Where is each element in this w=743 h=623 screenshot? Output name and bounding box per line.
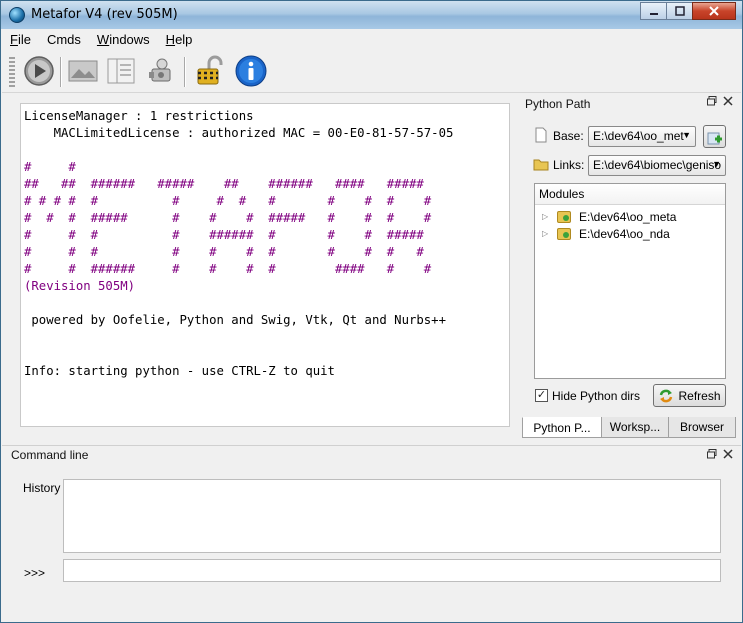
play-button[interactable]	[22, 54, 56, 88]
command-input[interactable]	[63, 559, 721, 582]
tab-browser[interactable]: Browser	[668, 417, 736, 438]
camera-button[interactable]	[144, 54, 178, 88]
window-title: Metafor V4 (rev 505M)	[31, 7, 178, 22]
image-button[interactable]	[66, 54, 100, 88]
add-icon	[707, 132, 722, 144]
add-path-button[interactable]	[703, 125, 726, 148]
console-line: Info: starting python - use CTRL-Z to qu…	[24, 364, 335, 378]
dock-float-icon[interactable]	[707, 449, 717, 462]
modules-tree[interactable]: Modules ▷ E:\dev64\oo_meta ▷ E:\dev64\oo…	[534, 183, 726, 379]
tab-python-path[interactable]: Python P...	[522, 417, 602, 438]
history-label: History	[23, 481, 61, 495]
layout-icon	[107, 58, 135, 84]
links-select[interactable]: E:\dev64\biomec\geniso ▼	[588, 155, 726, 176]
menu-bar: File Cmds Windows Help	[2, 30, 741, 50]
console-line: powered by Oofelie, Python and Swig, Vtk…	[24, 313, 446, 327]
links-value: E:\dev64\biomec\geniso	[593, 158, 722, 172]
tab-workspace[interactable]: Worksp...	[601, 417, 669, 438]
console-line: LicenseManager : 1 restrictions	[24, 109, 254, 123]
close-button[interactable]	[692, 2, 736, 20]
console-line: # #	[24, 160, 76, 174]
console-line: # # # ##### # # # ##### # # # #	[24, 211, 432, 225]
layout-button[interactable]	[104, 54, 138, 88]
padlock-icon	[197, 55, 223, 85]
expand-icon[interactable]: ▷	[542, 212, 548, 221]
tree-item[interactable]: ▷ E:\dev64\oo_nda	[535, 227, 725, 243]
chevron-down-icon: ▼	[682, 130, 691, 140]
camera-icon	[149, 58, 171, 82]
image-icon	[68, 60, 98, 82]
tree-item[interactable]: ▷ E:\dev64\oo_meta	[535, 210, 725, 226]
console-line: (Revision 505M)	[24, 279, 136, 293]
console-line: MACLimitedLicense : authorized MAC = 00-…	[24, 126, 454, 140]
menu-help[interactable]: Help	[158, 30, 201, 50]
maximize-icon	[674, 6, 685, 16]
console-line: # # ###### # # # # #### # #	[24, 262, 432, 276]
console-line: # # # # # # # # # # #	[24, 245, 424, 259]
command-line-title: Command line	[2, 445, 741, 463]
refresh-button[interactable]: Refresh	[653, 384, 726, 407]
play-icon	[24, 56, 54, 86]
minimize-icon	[649, 13, 658, 15]
menu-file[interactable]: File	[2, 30, 39, 50]
dock-close-icon[interactable]	[723, 449, 733, 462]
dock-tabs: Python P... Worksp... Browser	[522, 417, 737, 438]
maximize-button[interactable]	[666, 2, 693, 20]
links-label: Links:	[553, 158, 585, 172]
toolbar-grip[interactable]	[9, 57, 15, 87]
info-button[interactable]	[234, 54, 268, 88]
python-folder-icon	[557, 211, 571, 223]
dock-title: Python Path	[525, 97, 591, 111]
hide-python-dirs-checkbox[interactable]: ✓	[535, 389, 548, 402]
chevron-down-icon: ▼	[712, 159, 721, 169]
refresh-label: Refresh	[678, 388, 721, 403]
python-path-dock: Python Path Base: E:\dev64\oo_met ▼ Link…	[522, 93, 737, 415]
file-icon	[535, 127, 547, 143]
toolbar-separator	[184, 57, 186, 87]
modules-header: Modules	[535, 184, 725, 205]
app-logo-icon	[9, 7, 25, 23]
base-value: E:\dev64\oo_met	[593, 129, 684, 143]
dock-close-icon[interactable]	[723, 96, 733, 109]
prompt-label: >>>	[24, 566, 46, 580]
hide-python-dirs-label: Hide Python dirs	[552, 389, 641, 403]
history-box[interactable]	[63, 479, 721, 553]
folder-icon	[533, 159, 549, 171]
base-label: Base:	[553, 129, 584, 143]
tree-item-label: E:\dev64\oo_meta	[579, 210, 677, 224]
minimize-button[interactable]	[640, 2, 667, 20]
refresh-icon	[660, 389, 673, 402]
tree-item-label: E:\dev64\oo_nda	[579, 227, 670, 241]
dock-float-icon[interactable]	[707, 96, 717, 109]
python-folder-icon	[557, 228, 571, 240]
console-line: # # # # ###### # # # #####	[24, 228, 424, 242]
base-select[interactable]: E:\dev64\oo_met ▼	[588, 126, 696, 147]
menu-cmds[interactable]: Cmds	[39, 30, 89, 50]
menu-windows[interactable]: Windows	[89, 30, 158, 50]
toolbar-separator	[60, 57, 62, 87]
info-icon	[235, 55, 267, 87]
toolbar	[2, 51, 741, 93]
title-bar[interactable]: Metafor V4 (rev 505M)	[1, 1, 742, 29]
close-icon	[709, 6, 719, 16]
main-window: Metafor V4 (rev 505M) File Cmds Windows …	[0, 0, 743, 623]
console-output[interactable]: LicenseManager : 1 restrictions MACLimit…	[20, 103, 510, 427]
console-line: # # # # # # # # # # # # #	[24, 194, 432, 208]
console-line: ## ## ###### ##### ## ###### #### #####	[24, 177, 424, 191]
expand-icon[interactable]: ▷	[542, 229, 548, 238]
lock-button[interactable]	[194, 54, 228, 88]
